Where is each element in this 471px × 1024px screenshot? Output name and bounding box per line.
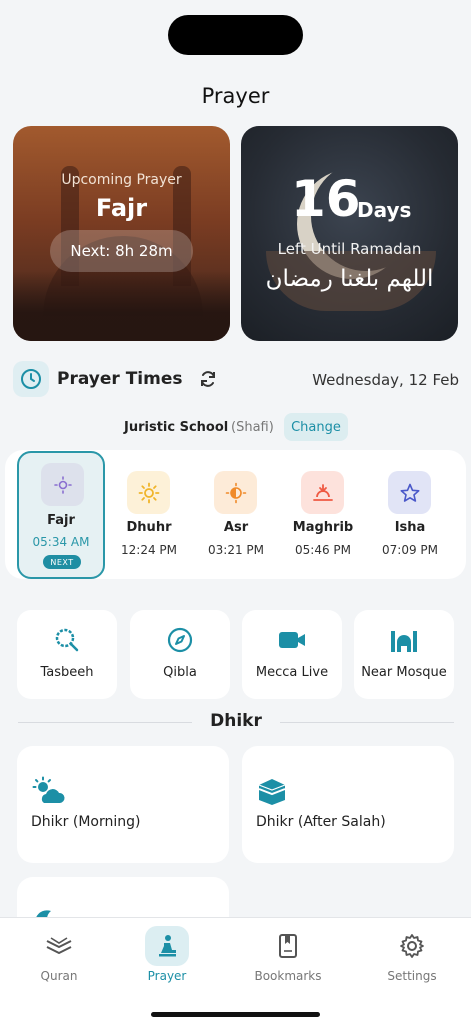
prayer-name: Isha bbox=[394, 520, 426, 535]
wifi-icon bbox=[369, 26, 391, 40]
status-icons bbox=[369, 26, 423, 40]
gear-icon bbox=[390, 926, 434, 966]
star-icon bbox=[388, 471, 431, 514]
dawn-sun-icon bbox=[41, 463, 84, 506]
quick-action-label: Near Mosque bbox=[361, 665, 447, 680]
prayer-name: Asr bbox=[223, 520, 249, 535]
quick-action-label: Tasbeeh bbox=[40, 665, 94, 680]
tab-quran[interactable]: Quran bbox=[0, 918, 118, 998]
upcoming-prayer-card[interactable]: Upcoming Prayer Fajr Next: 8h 28m bbox=[13, 126, 230, 341]
compass-icon bbox=[130, 626, 230, 654]
praying-person-icon bbox=[145, 926, 189, 966]
bookmark-icon bbox=[266, 926, 310, 966]
change-button[interactable]: Change bbox=[284, 413, 348, 441]
page-title: Prayer bbox=[201, 84, 270, 108]
prayer-times-header: Prayer Times Wednesday, 12 Feb bbox=[13, 361, 459, 397]
mecca-live-button[interactable]: Mecca Live bbox=[242, 610, 342, 699]
prayer-item-isha[interactable]: Isha 07:09 PM bbox=[366, 450, 454, 579]
prayer-time: 05:46 PM bbox=[295, 543, 351, 557]
juristic-label: Juristic School bbox=[124, 420, 229, 435]
quick-action-label: Qibla bbox=[163, 665, 197, 680]
quick-action-label: Mecca Live bbox=[255, 665, 329, 680]
worshippers-silhouette bbox=[13, 271, 230, 341]
home-indicator bbox=[151, 1012, 320, 1017]
prayer-times-title: Prayer Times bbox=[57, 369, 183, 389]
kaaba-icon bbox=[256, 776, 288, 810]
dynamic-island bbox=[168, 15, 303, 55]
upcoming-caption: Upcoming Prayer bbox=[61, 172, 182, 188]
upcoming-prayer-name: Fajr bbox=[95, 194, 148, 222]
juristic-value: (Shafi) bbox=[231, 420, 274, 435]
prayer-name: Fajr bbox=[47, 513, 75, 528]
ramadan-caption: Left Until Ramadan bbox=[277, 240, 422, 258]
tab-prayer[interactable]: Prayer bbox=[108, 918, 226, 998]
clock-icon bbox=[13, 361, 49, 397]
status-bar: 9:05 bbox=[0, 0, 471, 70]
prayer-name: Maghrib bbox=[292, 520, 354, 535]
next-badge: NEXT bbox=[43, 555, 81, 569]
tab-settings[interactable]: Settings bbox=[353, 918, 471, 998]
tab-label: Prayer bbox=[147, 969, 187, 983]
dhikr-after-salah-card[interactable]: Dhikr (After Salah) bbox=[242, 746, 454, 863]
ramadan-countdown-card[interactable]: 16 Days Left Until Ramadan اللهم بلغنا ر… bbox=[241, 126, 458, 341]
dhikr-morning-card[interactable]: Dhikr (Morning) bbox=[17, 746, 229, 863]
countdown-pill: Next: 8h 28m bbox=[50, 230, 193, 272]
ramadan-days-unit: Days bbox=[357, 198, 412, 222]
sun-icon bbox=[127, 471, 170, 514]
battery-icon bbox=[401, 26, 423, 40]
prayer-item-fajr[interactable]: Fajr 05:34 AM NEXT bbox=[17, 451, 105, 579]
sun-cloud-icon bbox=[31, 776, 65, 810]
prayer-time: 05:34 AM bbox=[32, 535, 90, 549]
dhikr-card-label: Dhikr (After Salah) bbox=[256, 814, 386, 830]
quran-book-icon bbox=[37, 926, 81, 966]
prayer-times-strip: Fajr 05:34 AM NEXT Dhuhr 12:24 PM Asr 03… bbox=[5, 450, 466, 579]
qibla-button[interactable]: Qibla bbox=[130, 610, 230, 699]
prayer-item-maghrib[interactable]: Maghrib 05:46 PM bbox=[279, 450, 367, 579]
dhikr-title: Dhikr bbox=[210, 711, 262, 731]
tab-label: Settings bbox=[387, 969, 437, 983]
tab-label: Quran bbox=[40, 969, 78, 983]
ramadan-dua: اللهم بلغنا رمضان bbox=[265, 266, 434, 292]
prayer-item-dhuhr[interactable]: Dhuhr 12:24 PM bbox=[105, 450, 193, 579]
refresh-icon[interactable] bbox=[198, 369, 218, 393]
divider bbox=[280, 722, 454, 723]
dhikr-section-header: Dhikr bbox=[18, 711, 454, 735]
half-sun-icon bbox=[214, 471, 257, 514]
mosque-icon bbox=[354, 626, 454, 654]
status-time: 9:05 bbox=[68, 24, 113, 45]
bottom-tab-bar: Quran Prayer Bookmarks Settings bbox=[0, 917, 471, 1024]
tasbeeh-button[interactable]: Tasbeeh bbox=[17, 610, 117, 699]
dhikr-card-label: Dhikr (Morning) bbox=[31, 814, 141, 830]
tab-bookmarks[interactable]: Bookmarks bbox=[229, 918, 347, 998]
prayer-time: 12:24 PM bbox=[121, 543, 177, 557]
prayer-time: 07:09 PM bbox=[382, 543, 438, 557]
near-mosque-button[interactable]: Near Mosque bbox=[354, 610, 454, 699]
tasbeeh-beads-icon bbox=[17, 626, 117, 654]
sunset-icon bbox=[301, 471, 344, 514]
juristic-school-row: Juristic School (Shafi) Change bbox=[0, 413, 471, 443]
prayer-name: Dhuhr bbox=[126, 520, 172, 535]
prayer-date: Wednesday, 12 Feb bbox=[312, 371, 459, 389]
ramadan-days-number: 16 bbox=[291, 170, 361, 228]
video-camera-icon bbox=[242, 626, 342, 654]
tab-label: Bookmarks bbox=[254, 969, 322, 983]
prayer-time: 03:21 PM bbox=[208, 543, 264, 557]
prayer-item-asr[interactable]: Asr 03:21 PM bbox=[192, 450, 280, 579]
